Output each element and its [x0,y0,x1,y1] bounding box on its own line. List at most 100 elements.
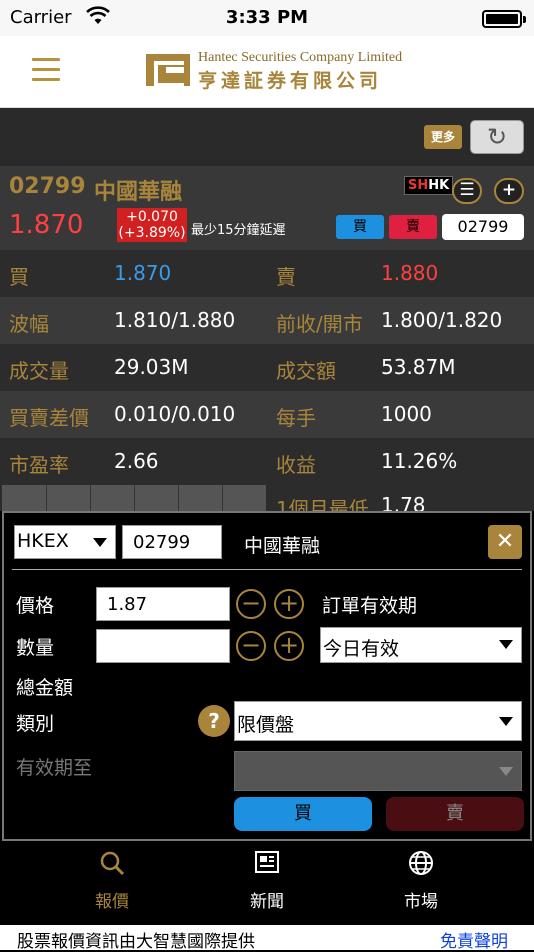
yield-label: 收益 [276,453,316,477]
close-button[interactable]: ✕ [488,525,522,559]
company-logo: Hantec Securities Company Limited 亨達証券有限… [146,50,402,96]
quantity-input[interactable] [96,629,230,663]
yield-value: 11.26% [381,449,458,473]
month-low-value: 1.78 [381,493,426,511]
detail-row: 波幅 1.810/1.880 前收/開市 1.800/1.820 [0,297,534,344]
detail-row: 買 1.870 賣 1.880 [0,250,534,297]
list-menu-button[interactable]: ☰ [452,178,482,204]
globe-icon [361,841,481,881]
stock-header: 02799 中國華融 SHHK ☰ + 1.870 +0.070 (+3.89%… [0,166,534,250]
lot-size-value: 1000 [381,402,432,426]
validity-select[interactable]: 今日有效 [320,627,522,663]
more-button[interactable]: 更多 [424,125,462,149]
quote-details: 買 1.870 賣 1.880 波幅 1.810/1.880 前收/開市 1.8… [0,250,534,485]
price-change-pct: (+3.89%) [118,225,186,241]
order-stock-code-input[interactable]: 02799 [122,525,222,559]
chevron-down-icon [499,717,513,726]
chevron-down-icon [499,640,513,649]
stock-code-input[interactable]: 02799 [442,214,524,240]
order-type-value: 限價盤 [237,714,295,736]
buy-button[interactable]: 買 [234,797,372,831]
last-price: 1.870 [9,210,84,240]
expiry-select [234,751,522,791]
expiry-label: 有效期至 [16,757,93,779]
quantity-minus-button[interactable]: − [236,631,266,661]
tab-bar: 報價 新聞 市場 [0,841,534,925]
detail-row: 成交量 29.03M 成交額 53.87M [0,344,534,391]
price-minus-button[interactable]: − [236,589,266,619]
tab-quote-label: 報價 [95,892,129,912]
range-value: 1.810/1.880 [114,308,236,332]
quantity-plus-button[interactable]: + [274,631,304,661]
mini-chart-grid [2,485,266,511]
quote-toolbar: 更多 ↻ [0,108,534,166]
magnifier-icon [52,841,172,881]
footer: 股票報價資訊由大智慧國際提供 免責聲明 [0,925,534,952]
tab-market[interactable]: 市場 [361,841,481,925]
chevron-down-icon [499,767,513,776]
order-type-select[interactable]: 限價盤 [234,701,522,741]
refresh-icon: ↻ [486,123,508,151]
exchange-select[interactable]: HKEX [14,525,116,559]
newspaper-icon [207,841,327,881]
clock: 3:33 PM [225,7,309,28]
order-stock-name: 中國華融 [244,535,321,557]
bid-label: 買 [9,265,29,289]
badge-hk: HK [428,178,450,193]
volume-label: 成交量 [9,359,69,383]
status-bar: Carrier 3:33 PM [0,0,534,36]
validity-label: 訂單有效期 [322,595,418,617]
tab-news[interactable]: 新聞 [207,841,327,925]
month-low-label: 1個月最低 [276,497,369,511]
pe-value: 2.66 [114,449,159,473]
turnover-value: 53.87M [381,355,456,379]
divider [12,569,522,570]
pe-label: 市盈率 [9,453,69,477]
exchange-value: HKEX [17,530,69,552]
price-label: 價格 [16,595,55,617]
price-input[interactable]: 1.87 [96,587,230,621]
partial-detail-row: 1個月最低 1.78 [0,485,534,511]
validity-value: 今日有效 [323,638,400,660]
add-watchlist-button[interactable]: + [494,178,524,204]
logo-mark-icon [146,54,190,87]
total-amount-label: 總金額 [16,677,74,699]
battery-icon [482,10,526,28]
sell-button: 賣 [386,797,524,831]
volume-value: 29.03M [114,355,189,379]
order-panel: HKEX 02799 中國華融 ✕ 價格 1.87 − + 訂單有效期 數量 −… [2,511,532,841]
tab-news-label: 新聞 [250,892,284,912]
spread-label: 買賣差價 [9,406,89,430]
quick-sell-button[interactable]: 賣 [389,215,437,239]
lot-size-label: 每手 [276,406,316,430]
price-change-badge: +0.070 (+3.89%) [117,208,187,242]
detail-row: 買賣差價 0.010/0.010 每手 1000 [0,391,534,438]
app-header: Hantec Securities Company Limited 亨達証券有限… [0,36,534,108]
quantity-label: 數量 [16,637,55,659]
price-plus-button[interactable]: + [274,589,304,619]
quick-buy-button[interactable]: 買 [336,215,384,239]
delay-note: 最少15分鐘延遲 [191,223,286,238]
data-source-note: 股票報價資訊由大智慧國際提供 [17,932,255,952]
prev-open-label: 前收/開市 [276,312,363,336]
hamburger-menu-icon[interactable] [32,58,60,84]
order-type-label: 類別 [16,713,55,735]
disclaimer-link[interactable]: 免責聲明 [440,927,508,952]
badge-sh: SH [408,178,429,193]
tab-quote[interactable]: 報價 [52,841,172,925]
tab-market-label: 市場 [404,892,438,912]
turnover-label: 成交額 [276,359,336,383]
spread-value: 0.010/0.010 [114,402,236,426]
stock-name: 中國華融 [94,180,183,205]
stock-code: 02799 [9,174,86,199]
detail-row: 市盈率 2.66 收益 11.26% [0,438,534,485]
help-icon[interactable]: ? [198,705,230,737]
range-label: 波幅 [9,312,49,336]
prev-open-value: 1.800/1.820 [381,308,503,332]
ask-label: 賣 [276,265,296,289]
logo-text-zh: 亨達証券有限公司 [198,71,383,92]
chevron-down-icon [93,538,107,547]
refresh-button[interactable]: ↻ [470,120,524,154]
ask-value: 1.880 [381,261,439,285]
logo-text-en: Hantec Securities Company Limited [198,50,403,65]
